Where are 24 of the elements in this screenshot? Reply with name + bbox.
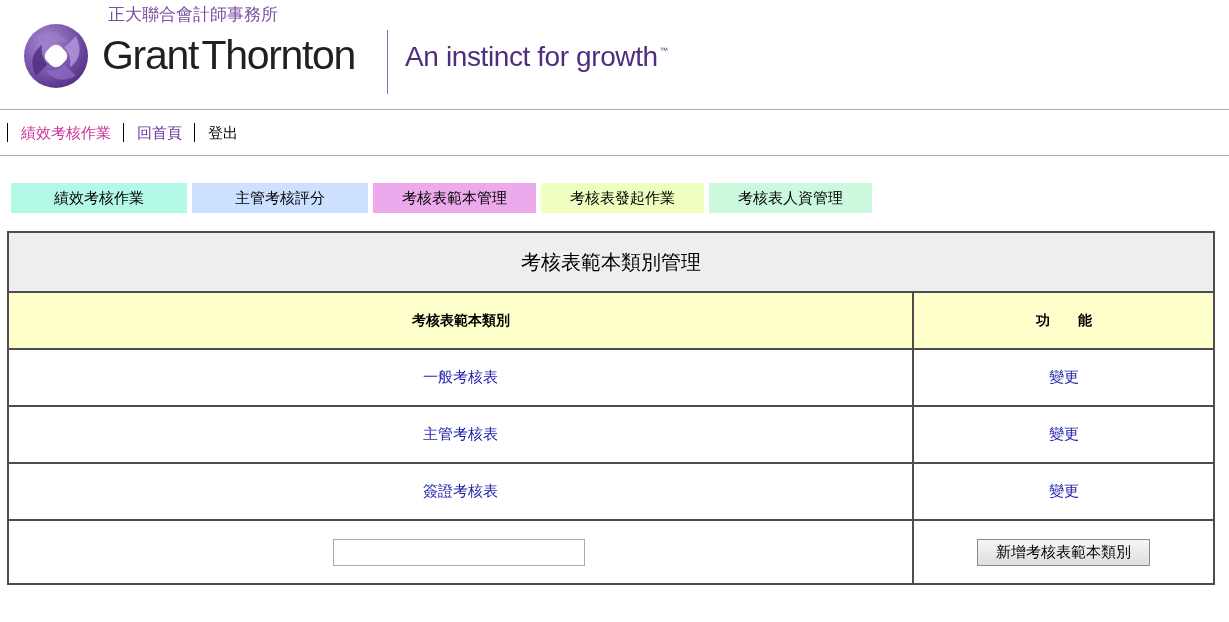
menu-tab[interactable]: 主管考核評分 [192,183,368,213]
wordmark: Grant Thornton [102,31,356,79]
menu-tab[interactable]: 考核表發起作業 [541,183,704,213]
column-header: 考核表範本類別 [8,292,913,349]
menu-tab[interactable]: 考核表人資管理 [709,183,872,213]
category-link[interactable]: 一般考核表 [423,368,498,385]
category-name-field[interactable] [332,538,585,566]
table-title: 考核表範本類別管理 [8,232,1214,292]
nav-link[interactable]: 回首頁 [123,123,194,142]
menu-tab[interactable]: 績效考核作業 [11,183,187,213]
change-link[interactable]: 變更 [1048,368,1079,385]
category-link[interactable]: 簽證考核表 [423,482,498,499]
firm-name: 正大聯合會計師事務所 [108,5,279,25]
menu-tab[interactable]: 考核表範本管理 [373,183,536,213]
nav-link[interactable]: 績效考核作業 [7,123,123,142]
trademark-sign: ™ [659,46,668,56]
swirl-circle-icon [24,24,88,88]
column-header: 功 能 [913,292,1214,349]
category-link[interactable]: 主管考核表 [423,425,498,442]
change-link[interactable]: 變更 [1048,482,1079,499]
add-category-button[interactable]: 新增考核表範本類別 [977,538,1150,566]
nav-link[interactable]: 登出 [194,123,250,142]
change-link[interactable]: 變更 [1048,425,1079,442]
tagline: An instinct for growth [405,40,658,74]
